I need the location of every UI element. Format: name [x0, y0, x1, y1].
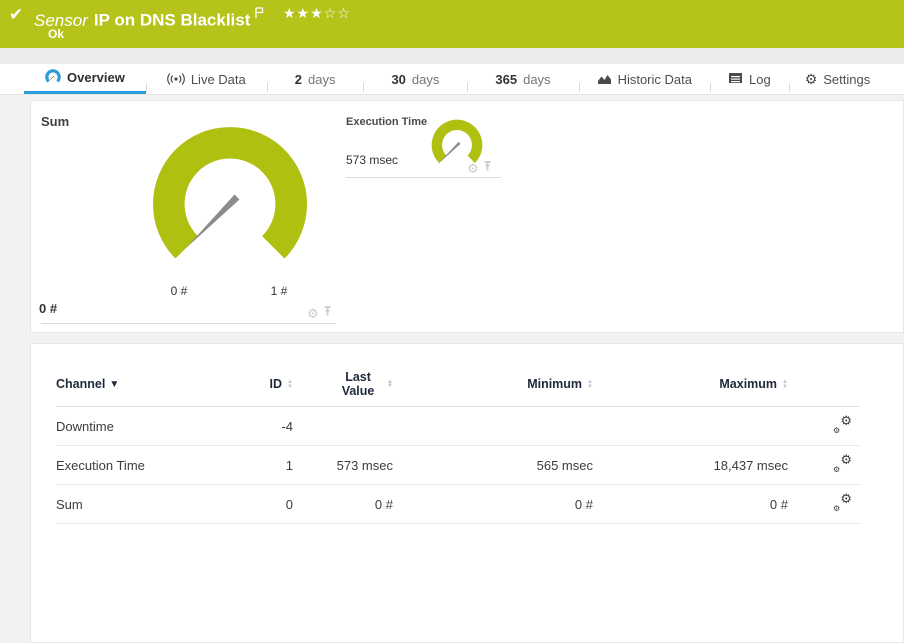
tab-live-data-label: Live Data [190, 71, 246, 87]
channel-maximum-cell [593, 406, 788, 446]
column-header-actions [788, 366, 860, 407]
channel-id-cell: 1 [231, 445, 293, 485]
table-row[interactable]: Downtime -4 ⚙ ⚙ [56, 406, 860, 446]
sort-toggle-icon[interactable]: ▲ ▼ [387, 379, 393, 389]
column-header-last-value-label: Last Value [341, 370, 375, 398]
sum-gauge-tools: ⚙ [307, 304, 332, 322]
tab-overview[interactable]: Overview [24, 64, 146, 94]
channel-id-cell: -4 [231, 406, 293, 446]
tab-settings[interactable]: ⚙ Settings [788, 64, 887, 94]
channel-settings-gears-icon[interactable]: ⚙ ⚙ [833, 413, 852, 435]
channel-table-header-row: Channel ▼ ID ▲ ▼ Last Value ▲ ▼ Minimum ▲ ▼ Max… [56, 366, 860, 407]
tab-365-days[interactable]: 365 days [467, 64, 578, 94]
log-list-icon [728, 72, 743, 86]
sort-toggle-icon[interactable]: ▲ ▼ [287, 380, 293, 390]
execution-time-gauge-tools: ⚙ [467, 159, 492, 177]
sum-gauge-title: Sum [41, 114, 70, 129]
tab-live-data[interactable]: Live Data [145, 64, 267, 94]
sum-gauge-needle [185, 194, 240, 249]
sum-gauge-divider [41, 323, 336, 324]
tab-overview-label: Overview [67, 70, 125, 85]
sum-gauge [151, 125, 309, 288]
channel-maximum-cell: 0 # [593, 484, 788, 524]
sort-descending-caret-icon: ▼ [109, 379, 120, 391]
channel-name-cell[interactable]: Downtime [56, 406, 231, 446]
gauge-pin-icon[interactable] [483, 159, 492, 177]
column-header-id-label: ID [269, 377, 283, 391]
stars-filled: ★★★ [283, 5, 324, 21]
priority-flag-icon[interactable] [254, 4, 264, 24]
sort-toggle-icon[interactable]: ▲ ▼ [587, 380, 593, 390]
tab-30-days[interactable]: 30 days [363, 64, 467, 94]
tab-30-days-number: 30 [391, 71, 406, 87]
tab-365-days-number: 365 [495, 71, 518, 87]
tab-2-days-number: 2 [294, 71, 302, 87]
sum-gauge-arc [152, 127, 308, 259]
status-badge: Ok [48, 27, 65, 41]
gear-icon: ⚙ [804, 71, 818, 87]
sensor-header: ✔ Sensor IP on DNS Blacklist ★★★☆☆ Ok [0, 0, 904, 48]
channel-last-value-cell: 573 msec [293, 445, 393, 485]
tab-historic-data[interactable]: Historic Data [578, 64, 710, 94]
page-title: IP on DNS Blacklist [93, 10, 251, 30]
execution-time-gauge-title: Execution Time [346, 116, 428, 128]
sum-gauge-scale-min: 0 # [170, 284, 188, 298]
tab-2-days[interactable]: 2 days [266, 64, 364, 94]
sum-gauge-value: 0 # [39, 301, 58, 316]
content-area: Sum 0 # 1 # 0 # ⚙ Execution Time 573 mse… [0, 95, 904, 643]
sort-toggle-icon[interactable]: ▲ ▼ [782, 380, 788, 390]
channel-maximum-cell: 18,437 msec [593, 445, 788, 485]
column-header-minimum[interactable]: Minimum ▲ ▼ [393, 366, 593, 407]
gauge-icon [45, 68, 61, 87]
column-header-maximum-label: Maximum [719, 377, 778, 391]
gauge-settings-gear-icon[interactable]: ⚙ [307, 307, 319, 320]
tab-settings-label: Settings [823, 71, 871, 87]
tab-log[interactable]: Log [709, 64, 789, 94]
gauge-settings-gear-icon[interactable]: ⚙ [467, 162, 479, 175]
gauge-pin-icon[interactable] [323, 304, 332, 322]
tab-historic-data-label: Historic Data [617, 71, 692, 87]
column-header-last-value[interactable]: Last Value ▲ ▼ [293, 366, 393, 407]
channel-minimum-cell: 0 # [393, 484, 593, 524]
channel-last-value-cell: 0 # [293, 484, 393, 524]
live-signal-icon [166, 71, 185, 87]
channel-last-value-cell [293, 406, 393, 446]
stars-empty: ☆☆ [323, 5, 351, 21]
channel-settings-gears-icon[interactable]: ⚙ ⚙ [833, 452, 852, 474]
priority-stars[interactable]: ★★★☆☆ [283, 5, 351, 22]
column-header-minimum-label: Minimum [527, 377, 583, 391]
tab-2-days-label: days [307, 71, 336, 87]
tab-30-days-label: days [411, 71, 440, 87]
column-header-channel[interactable]: Channel ▼ [56, 366, 231, 407]
channel-name-cell[interactable]: Sum [56, 484, 231, 524]
gauges-panel: Sum 0 # 1 # 0 # ⚙ Execution Time 573 mse… [30, 100, 904, 333]
column-header-channel-label: Channel [56, 377, 106, 391]
execution-time-gauge-value: 573 msec [346, 153, 399, 167]
area-chart-icon [597, 72, 612, 87]
column-header-id[interactable]: ID ▲ ▼ [231, 366, 293, 407]
channel-table: Channel ▼ ID ▲ ▼ Last Value ▲ ▼ Minimum ▲ ▼ Max… [56, 366, 860, 524]
channel-settings-gears-icon[interactable]: ⚙ ⚙ [833, 491, 852, 513]
header-sub-strip [0, 48, 904, 64]
channels-panel: Channel ▼ ID ▲ ▼ Last Value ▲ ▼ Minimum ▲ ▼ Max… [30, 343, 904, 643]
channel-minimum-cell: 565 msec [393, 445, 593, 485]
tab-bar: Overview Live Data 2 days 30 days 365 da… [0, 64, 904, 95]
channel-minimum-cell [393, 406, 593, 446]
table-row[interactable]: Execution Time 1 573 msec 565 msec 18,43… [56, 445, 860, 485]
execution-time-gauge-arc [431, 119, 483, 163]
channel-name-cell[interactable]: Execution Time [56, 445, 231, 485]
status-ok-check-icon: ✔ [9, 5, 24, 24]
channel-id-cell: 0 [231, 484, 293, 524]
execution-time-gauge-divider [346, 177, 501, 178]
tab-log-label: Log [748, 71, 771, 87]
table-row[interactable]: Sum 0 0 # 0 # 0 # ⚙ ⚙ [56, 484, 860, 524]
sum-gauge-scale-max: 1 # [270, 284, 288, 298]
tab-365-days-label: days [523, 71, 551, 87]
column-header-maximum[interactable]: Maximum ▲ ▼ [593, 366, 788, 407]
